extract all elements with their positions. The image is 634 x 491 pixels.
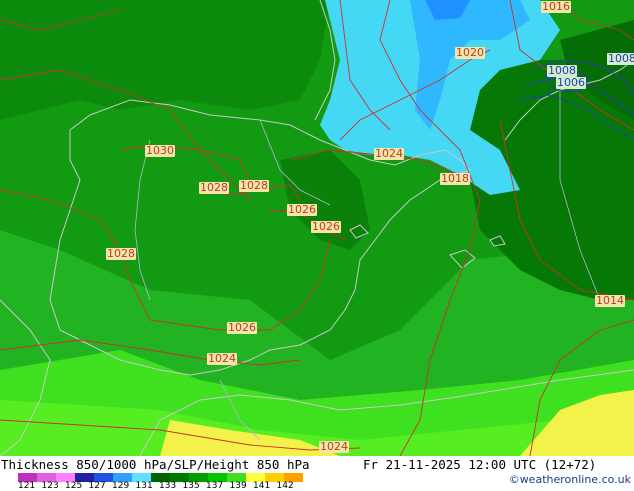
isobar-label: 1028	[239, 179, 269, 192]
isobar-label: 1016	[541, 0, 571, 13]
isobar-label: 1026	[287, 203, 317, 216]
isobar-label: 1018	[440, 172, 470, 185]
map-viewer: 1016 1020 1008 1006 1008 1030 1024 1018 …	[0, 0, 634, 491]
isobar-label: 1030	[145, 144, 175, 157]
isobar-label: 1028	[106, 247, 136, 260]
isobar-label: 1024	[319, 440, 349, 453]
thickness-field-131-north	[0, 0, 330, 120]
valid-time: Fr 21-11-2025 12:00 UTC (12+72)	[363, 457, 597, 472]
isobar-label: 1008	[607, 53, 634, 65]
map-title: Thickness 850/1000 hPa/SLP/Height 850 hP…	[1, 457, 310, 472]
isobar-label: 1020	[455, 46, 485, 59]
isobar-label: 1026	[311, 220, 341, 233]
isobar-label: 1024	[207, 352, 237, 365]
isobar-label: 1028	[199, 181, 229, 194]
isobar-label: 1026	[227, 321, 257, 334]
isobar-label: 1014	[595, 294, 625, 307]
credit-link[interactable]: ©weatheronline.co.uk	[509, 473, 631, 486]
footer: Thickness 850/1000 hPa/SLP/Height 850 hP…	[0, 456, 634, 491]
isobar-label: 1024	[374, 147, 404, 160]
isobar-label: 1006	[556, 76, 586, 89]
